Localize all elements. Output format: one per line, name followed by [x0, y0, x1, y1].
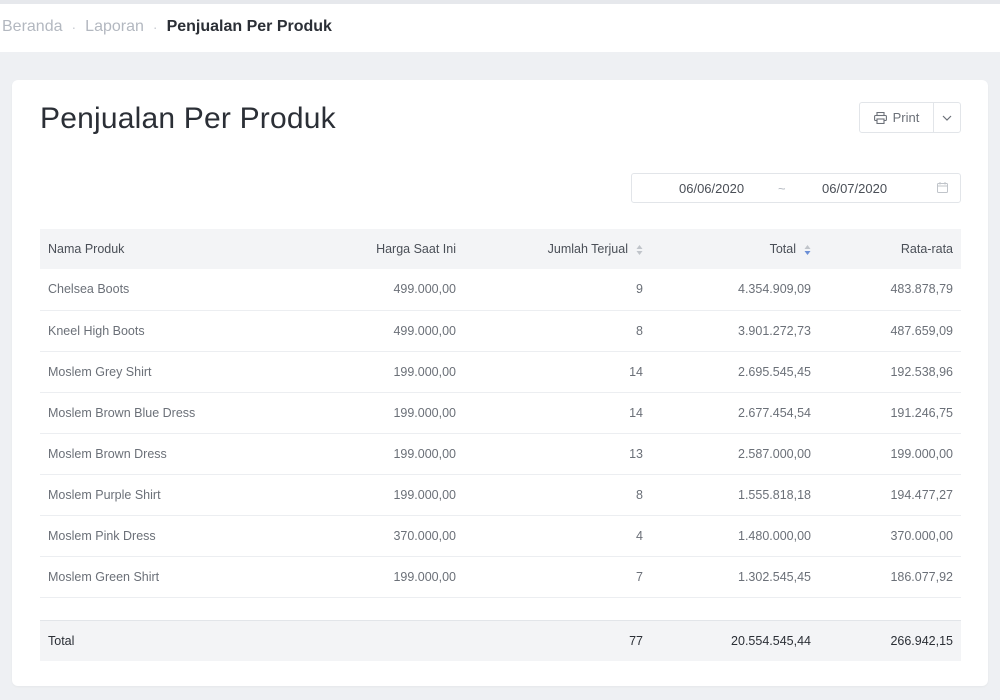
breadcrumb-beranda[interactable]: Beranda — [2, 18, 63, 36]
breadcrumb-current: Penjualan Per Produk — [166, 18, 332, 35]
cell-product-name: Moslem Purple Shirt — [48, 487, 161, 502]
print-dropdown-toggle[interactable] — [934, 103, 960, 132]
table-spacer-cell — [40, 597, 961, 620]
date-range-start[interactable]: 06/06/2020 — [679, 181, 744, 196]
table-row: Moslem Green Shirt 199.000,00 7 1.302.545,4… — [40, 556, 961, 597]
table-footer-row: Total 77 20.554.545,44 266.942,15 — [40, 620, 961, 661]
page-title: Penjualan Per Produk — [40, 102, 336, 135]
cell-current-price: 199.000,00 — [393, 446, 456, 461]
cell-total: 2.677.454,54 — [738, 405, 811, 420]
cell-total: 3.901.272,73 — [738, 323, 811, 338]
cell-product-name: Moslem Brown Blue Dress — [48, 405, 196, 420]
header-average: Rata-rata — [900, 242, 953, 256]
cell-product-name: Chelsea Boots — [48, 282, 130, 297]
cell-quantity-sold: 8 — [636, 323, 643, 338]
header-quantity-sold[interactable]: Jumlah Terjual — [464, 229, 651, 269]
footer-average: 266.942,15 — [890, 633, 953, 648]
table-row: Moslem Grey Shirt 199.000,00 14 2.695.545,4… — [40, 351, 961, 392]
cell-current-price: 499.000,00 — [393, 323, 456, 338]
cell-current-price: 199.000,00 — [393, 569, 456, 584]
cell-average: 370.000,00 — [890, 528, 953, 543]
cell-current-price: 199.000,00 — [393, 487, 456, 502]
printer-icon — [873, 111, 887, 124]
date-range-separator: ~ — [778, 180, 786, 196]
breadcrumb-separator: · — [71, 19, 77, 35]
cell-total: 2.587.000,00 — [738, 446, 811, 461]
cell-quantity-sold: 14 — [629, 405, 643, 420]
cell-product-name: Moslem Pink Dress — [48, 528, 156, 543]
header-total-label: Total — [769, 242, 796, 256]
cell-product-name: Kneel High Boots — [48, 323, 145, 338]
cell-average: 191.246,75 — [890, 405, 953, 420]
cell-average: 186.077,92 — [890, 569, 953, 584]
cell-total: 2.695.545,45 — [738, 364, 811, 379]
table-header-row: Nama Produk Harga Saat Ini Jumlah Terjua… — [40, 229, 961, 269]
cell-quantity-sold: 14 — [629, 364, 643, 379]
cell-quantity-sold: 4 — [636, 528, 643, 543]
footer-price-empty — [300, 620, 464, 661]
print-label: Print — [892, 110, 920, 125]
top-bar: Beranda · Laporan · Penjualan Per Produk — [0, 0, 1000, 52]
breadcrumb-separator: · — [152, 19, 158, 35]
breadcrumb-laporan[interactable]: Laporan — [85, 18, 144, 36]
cell-total: 1.480.000,00 — [738, 528, 811, 543]
cell-total: 1.555.818,18 — [738, 487, 811, 502]
date-range-end[interactable]: 06/07/2020 — [822, 181, 887, 196]
cell-total: 4.354.909,09 — [738, 282, 811, 297]
footer-qty: 77 — [629, 633, 643, 648]
footer-label: Total — [48, 633, 75, 648]
cell-current-price: 370.000,00 — [393, 528, 456, 543]
header-product-name: Nama Produk — [48, 242, 125, 256]
table-row: Moslem Brown Blue Dress 199.000,00 14 2.677… — [40, 392, 961, 433]
cell-average: 487.659,09 — [890, 323, 953, 338]
table-row: Moslem Purple Shirt 199.000,00 8 1.555.818,… — [40, 474, 961, 515]
cell-quantity-sold: 13 — [629, 446, 643, 461]
sort-icon[interactable] — [636, 244, 643, 256]
cell-average: 199.000,00 — [890, 446, 953, 461]
cell-average: 192.538,96 — [890, 364, 953, 379]
cell-product-name: Moslem Grey Shirt — [48, 364, 152, 379]
footer-total: 20.554.545,44 — [731, 633, 811, 648]
breadcrumb: Beranda · Laporan · Penjualan Per Produk — [2, 18, 332, 36]
table-row: Kneel High Boots 499.000,00 8 3.901.272,73 4… — [40, 310, 961, 351]
header-total[interactable]: Total — [651, 229, 819, 269]
cell-product-name: Moslem Brown Dress — [48, 446, 167, 461]
table-row: Chelsea Boots 499.000,00 9 4.354.909,09 483.… — [40, 269, 961, 310]
date-range-picker[interactable]: 06/06/2020 ~ 06/07/2020 — [631, 173, 961, 203]
cell-current-price: 199.000,00 — [393, 405, 456, 420]
table-row: Moslem Pink Dress 370.000,00 4 1.480.000,00… — [40, 515, 961, 556]
cell-quantity-sold: 7 — [636, 569, 643, 584]
report-card: Penjualan Per Produk Print 06/06/2020 ~ … — [12, 80, 988, 686]
cell-total: 1.302.545,45 — [738, 569, 811, 584]
sales-table: Nama Produk Harga Saat Ini Jumlah Terjua… — [40, 229, 961, 661]
cell-average: 194.477,27 — [890, 487, 953, 502]
cell-current-price: 499.000,00 — [393, 282, 456, 297]
header-current-price: Harga Saat Ini — [376, 242, 456, 256]
table-row: Moslem Brown Dress 199.000,00 13 2.587.000,… — [40, 433, 961, 474]
print-button[interactable]: Print — [860, 103, 934, 132]
cell-quantity-sold: 9 — [636, 282, 643, 297]
sort-icon[interactable] — [804, 244, 811, 256]
cell-product-name: Moslem Green Shirt — [48, 569, 160, 584]
cell-current-price: 199.000,00 — [393, 364, 456, 379]
cell-average: 483.878,79 — [890, 282, 953, 297]
print-button-group: Print — [859, 102, 961, 133]
table-spacer-row — [40, 597, 961, 620]
calendar-icon — [937, 182, 948, 193]
cell-quantity-sold: 8 — [636, 487, 643, 502]
chevron-down-icon — [942, 115, 952, 121]
header-quantity-label: Jumlah Terjual — [547, 242, 628, 256]
